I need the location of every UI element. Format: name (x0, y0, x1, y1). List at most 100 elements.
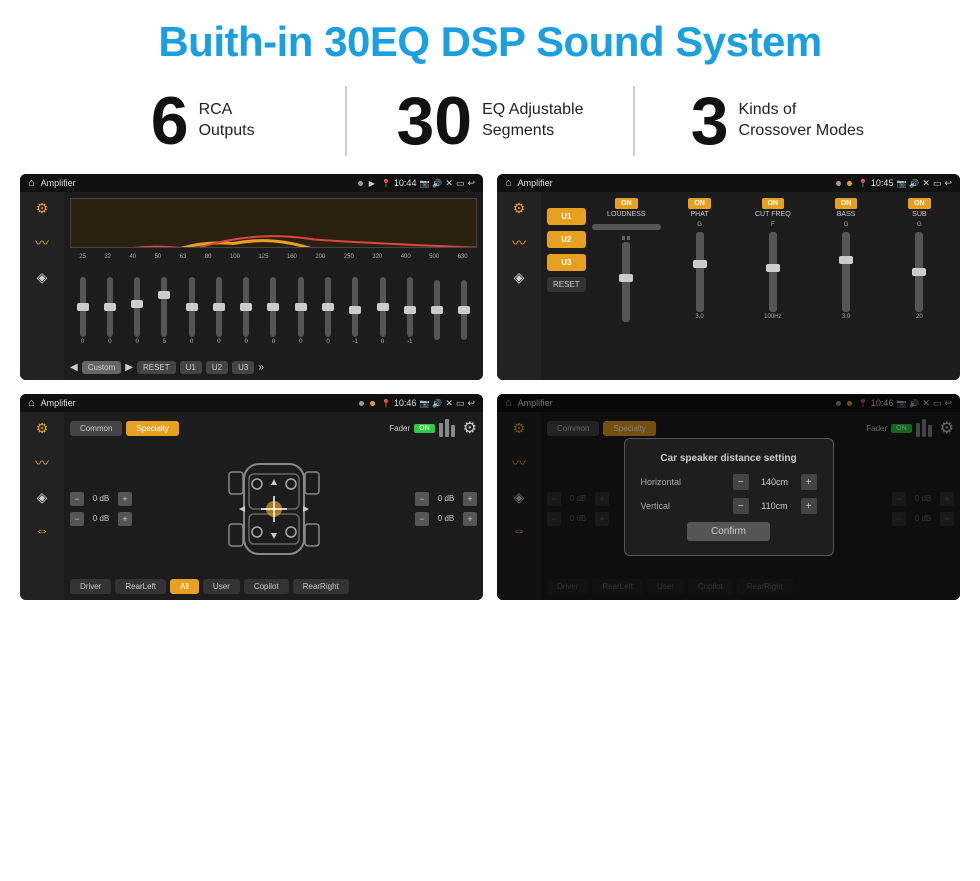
spec-main: Common Specialty Fader ON ⚙ (64, 412, 483, 600)
vertical-minus[interactable]: − (733, 498, 749, 514)
eq-icon[interactable]: ⚙ (36, 200, 49, 217)
reset-btn[interactable]: RESET (137, 361, 176, 374)
toggle-sub[interactable]: ON (908, 198, 931, 209)
volume-ctrl-icon-2[interactable]: ◈ (514, 269, 525, 286)
u1-btn[interactable]: U1 (180, 361, 202, 374)
vertical-plus[interactable]: + (801, 498, 817, 514)
x-icon: ✕ (445, 178, 453, 189)
minus-3[interactable]: − (415, 492, 429, 506)
status-bar-1: ⌂ Amplifier ▶ 📍 10:44 📷 🔊 ✕ ▭ ↩ (20, 174, 483, 192)
horizontal-plus[interactable]: + (801, 474, 817, 490)
screen2-title: Amplifier (518, 178, 830, 188)
minus-4[interactable]: − (415, 512, 429, 526)
u1-preset[interactable]: U1 (547, 208, 586, 225)
toggle-bass[interactable]: ON (835, 198, 858, 209)
u3-btn[interactable]: U3 (232, 361, 254, 374)
loudness-slider[interactable] (592, 224, 661, 230)
sub-vslider[interactable] (915, 232, 923, 312)
more-icon[interactable]: » (258, 362, 264, 373)
plus-4[interactable]: + (463, 512, 477, 526)
driver-btn[interactable]: Driver (70, 579, 111, 594)
screen-eq: ⌂ Amplifier ▶ 📍 10:44 📷 🔊 ✕ ▭ ↩ ⚙ 〰 ◈ (20, 174, 483, 380)
tab-common[interactable]: Common (70, 421, 122, 436)
next-btn[interactable]: ▶ (125, 362, 133, 373)
home-icon-3[interactable]: ⌂ (28, 397, 35, 409)
minus-2[interactable]: − (70, 512, 84, 526)
sidebar-2: ⚙ 〰 ◈ (497, 192, 541, 380)
all-btn[interactable]: All (170, 579, 199, 594)
location-icon: 📍 (381, 179, 391, 188)
left-controls: − 0 dB + − 0 dB + (70, 492, 132, 526)
slider-500 (424, 280, 449, 342)
back-icon-2: ↩ (944, 178, 952, 189)
eq-bottom-bar: ◀ Custom ▶ RESET U1 U2 U3 » (70, 361, 477, 374)
screen3-content: ⚙ 〰 ◈ ⇔ Common Specialty Fader ON (20, 412, 483, 600)
settings-icon[interactable]: ⚙ (463, 418, 477, 438)
distance-dialog: Car speaker distance setting Horizontal … (624, 438, 834, 556)
rearleft-btn[interactable]: RearLeft (115, 579, 166, 594)
plus-3[interactable]: + (463, 492, 477, 506)
slider-25: 0 (70, 277, 95, 345)
window-icon-2: ▭ (933, 178, 942, 189)
sidebar-1: ⚙ 〰 ◈ (20, 192, 64, 380)
channel-phat: ON PHAT G 3.0 (665, 198, 734, 374)
channel-loudness: ON LOUDNESS (592, 198, 661, 374)
prev-btn[interactable]: ◀ (70, 362, 78, 373)
db-row-2: − 0 dB + (70, 512, 132, 526)
eq-icon-3[interactable]: ⚙ (36, 420, 49, 437)
slider-32: 0 (97, 277, 122, 345)
slider-125: 0 (261, 277, 286, 345)
slider-63: 0 (179, 277, 204, 345)
toggle-phat[interactable]: ON (688, 198, 711, 209)
back-icon: ↩ (467, 178, 475, 189)
wave-icon-2[interactable]: 〰 (512, 233, 526, 253)
wave-icon-3[interactable]: 〰 (35, 453, 49, 473)
camera-icon-3: 📷 (419, 399, 429, 408)
dot3 (359, 401, 364, 406)
cutfreq-vslider[interactable] (769, 232, 777, 312)
rearright-btn[interactable]: RearRight (293, 579, 349, 594)
confirm-button[interactable]: Confirm (687, 522, 770, 541)
u2-btn[interactable]: U2 (206, 361, 228, 374)
wave-icon[interactable]: 〰 (35, 233, 49, 253)
tab-specialty[interactable]: Specialty (126, 421, 178, 436)
phat-vslider[interactable] (696, 232, 704, 312)
plus-1[interactable]: + (118, 492, 132, 506)
volume-ctrl-icon[interactable]: ◈ (37, 269, 48, 286)
screen-dialog: ⌂ Amplifier 📍 10:46 📷 🔊 ✕ ▭ ↩ ⚙ 〰 ◈ ⇔ (497, 394, 960, 600)
fader-toggle[interactable]: ON (414, 424, 435, 433)
custom-btn[interactable]: Custom (82, 361, 122, 374)
amp-presets: U1 U2 U3 RESET (547, 198, 586, 374)
minus-1[interactable]: − (70, 492, 84, 506)
time-1: 10:44 (394, 178, 417, 188)
eq-graph (70, 198, 477, 248)
dialog-overlay: Car speaker distance setting Horizontal … (497, 394, 960, 600)
loudness-vslider[interactable] (622, 242, 630, 322)
u3-preset[interactable]: U3 (547, 254, 586, 271)
bass-vslider[interactable] (842, 232, 850, 312)
eq-icon-2[interactable]: ⚙ (513, 200, 526, 217)
right-controls: − 0 dB + − 0 dB + (415, 492, 477, 526)
db-val-1: 0 dB (88, 494, 114, 503)
toggle-cutfreq[interactable]: ON (762, 198, 785, 209)
home-icon[interactable]: ⌂ (28, 177, 35, 189)
copilot-btn[interactable]: Copilot (244, 579, 289, 594)
eq-main: 25 32 40 50 63 80 100 125 160 200 250 32… (64, 192, 483, 380)
time-2: 10:45 (871, 178, 894, 188)
eq-sliders: 0 0 0 5 0 0 0 0 0 0 -1 0 -1 (70, 264, 477, 357)
plus-2[interactable]: + (118, 512, 132, 526)
amp-channels: ON LOUDNESS ON PHAT (592, 198, 954, 374)
u2-preset[interactable]: U2 (547, 231, 586, 248)
user-btn[interactable]: User (203, 579, 240, 594)
reset-preset[interactable]: RESET (547, 277, 586, 292)
time-3: 10:46 (394, 398, 417, 408)
db-row-1: − 0 dB + (70, 492, 132, 506)
home-icon-2[interactable]: ⌂ (505, 177, 512, 189)
volume-ctrl-icon-3[interactable]: ◈ (37, 489, 48, 506)
slider-200: 0 (315, 277, 340, 345)
expand-icon-3[interactable]: ⇔ (35, 522, 49, 538)
fader-label: Fader (389, 424, 410, 433)
horizontal-minus[interactable]: − (733, 474, 749, 490)
screenshots-grid: ⌂ Amplifier ▶ 📍 10:44 📷 🔊 ✕ ▭ ↩ ⚙ 〰 ◈ (0, 170, 980, 610)
toggle-loudness[interactable]: ON (615, 198, 638, 209)
